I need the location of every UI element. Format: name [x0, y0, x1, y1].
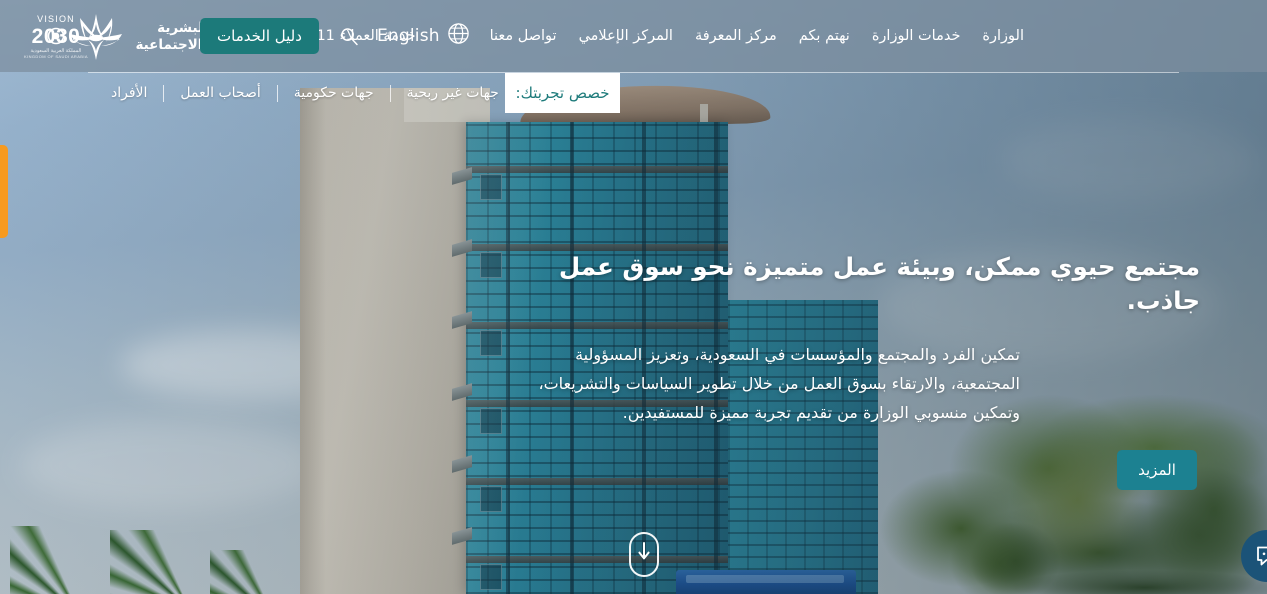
sub-nav-nonprofit[interactable]: جهات غير ربحية	[391, 85, 515, 101]
audience-tabs: جهات غير ربحية جهات حكومية أصحاب العمل ا…	[95, 73, 515, 113]
nav-item-we-care[interactable]: نهتم بكم	[788, 28, 861, 44]
sub-nav-government[interactable]: جهات حكومية	[278, 85, 390, 101]
nav-item-ministry[interactable]: الوزارة	[971, 28, 1035, 44]
hero-more-button[interactable]: المزيد	[1117, 450, 1197, 490]
secondary-navigation: خصص تجربتك: جهات غير ربحية جهات حكومية أ…	[0, 73, 1267, 117]
nav-separator	[389, 84, 391, 102]
personalize-experience-tab[interactable]: خصص تجربتك:	[505, 73, 620, 113]
globe-icon	[447, 22, 470, 50]
nav-item-media-center[interactable]: المركز الإعلامي	[568, 28, 684, 44]
hero-title: مجتمع حيوي ممكن، وبيئة عمل متميزة نحو سو…	[558, 252, 1200, 315]
sub-nav-individuals[interactable]: الأفراد	[95, 85, 163, 101]
search-icon[interactable]	[335, 22, 363, 50]
vision-2030-logo-icon[interactable]: VISION 2030 المملكة العربية السعودية KIN…	[18, 10, 94, 62]
page-root: الموارد البشرية والتنمية الاجتماعية	[0, 0, 1267, 594]
nav-item-ministry-services[interactable]: خدمات الوزارة	[861, 28, 972, 44]
language-switcher[interactable]: English	[377, 22, 470, 50]
header-left-cluster: VISION 2030 المملكة العربية السعودية KIN…	[0, 0, 470, 72]
nav-separator	[276, 84, 278, 102]
nav-item-contact-us[interactable]: تواصل معنا	[479, 28, 568, 44]
services-guide-button[interactable]: دليل الخدمات	[200, 18, 319, 54]
nav-item-knowledge-center[interactable]: مركز المعرفة	[684, 28, 788, 44]
sub-nav-employers[interactable]: أصحاب العمل	[164, 85, 276, 101]
svg-text:KINGDOM OF SAUDI ARABIA: KINGDOM OF SAUDI ARABIA	[24, 54, 88, 59]
language-label: English	[376, 26, 440, 46]
scroll-down-mouse-icon[interactable]	[629, 532, 659, 577]
hero-subtitle: تمكين الفرد والمجتمع والمؤسسات في السعود…	[538, 345, 1020, 422]
svg-text:VISION: VISION	[37, 14, 75, 24]
feedback-side-tab[interactable]	[0, 145, 8, 238]
top-header: الموارد البشرية والتنمية الاجتماعية	[0, 0, 1267, 72]
hero-copy: مجتمع حيوي ممكن، وبيئة عمل متميزة نحو سو…	[520, 250, 1200, 427]
nav-separator	[163, 84, 165, 102]
